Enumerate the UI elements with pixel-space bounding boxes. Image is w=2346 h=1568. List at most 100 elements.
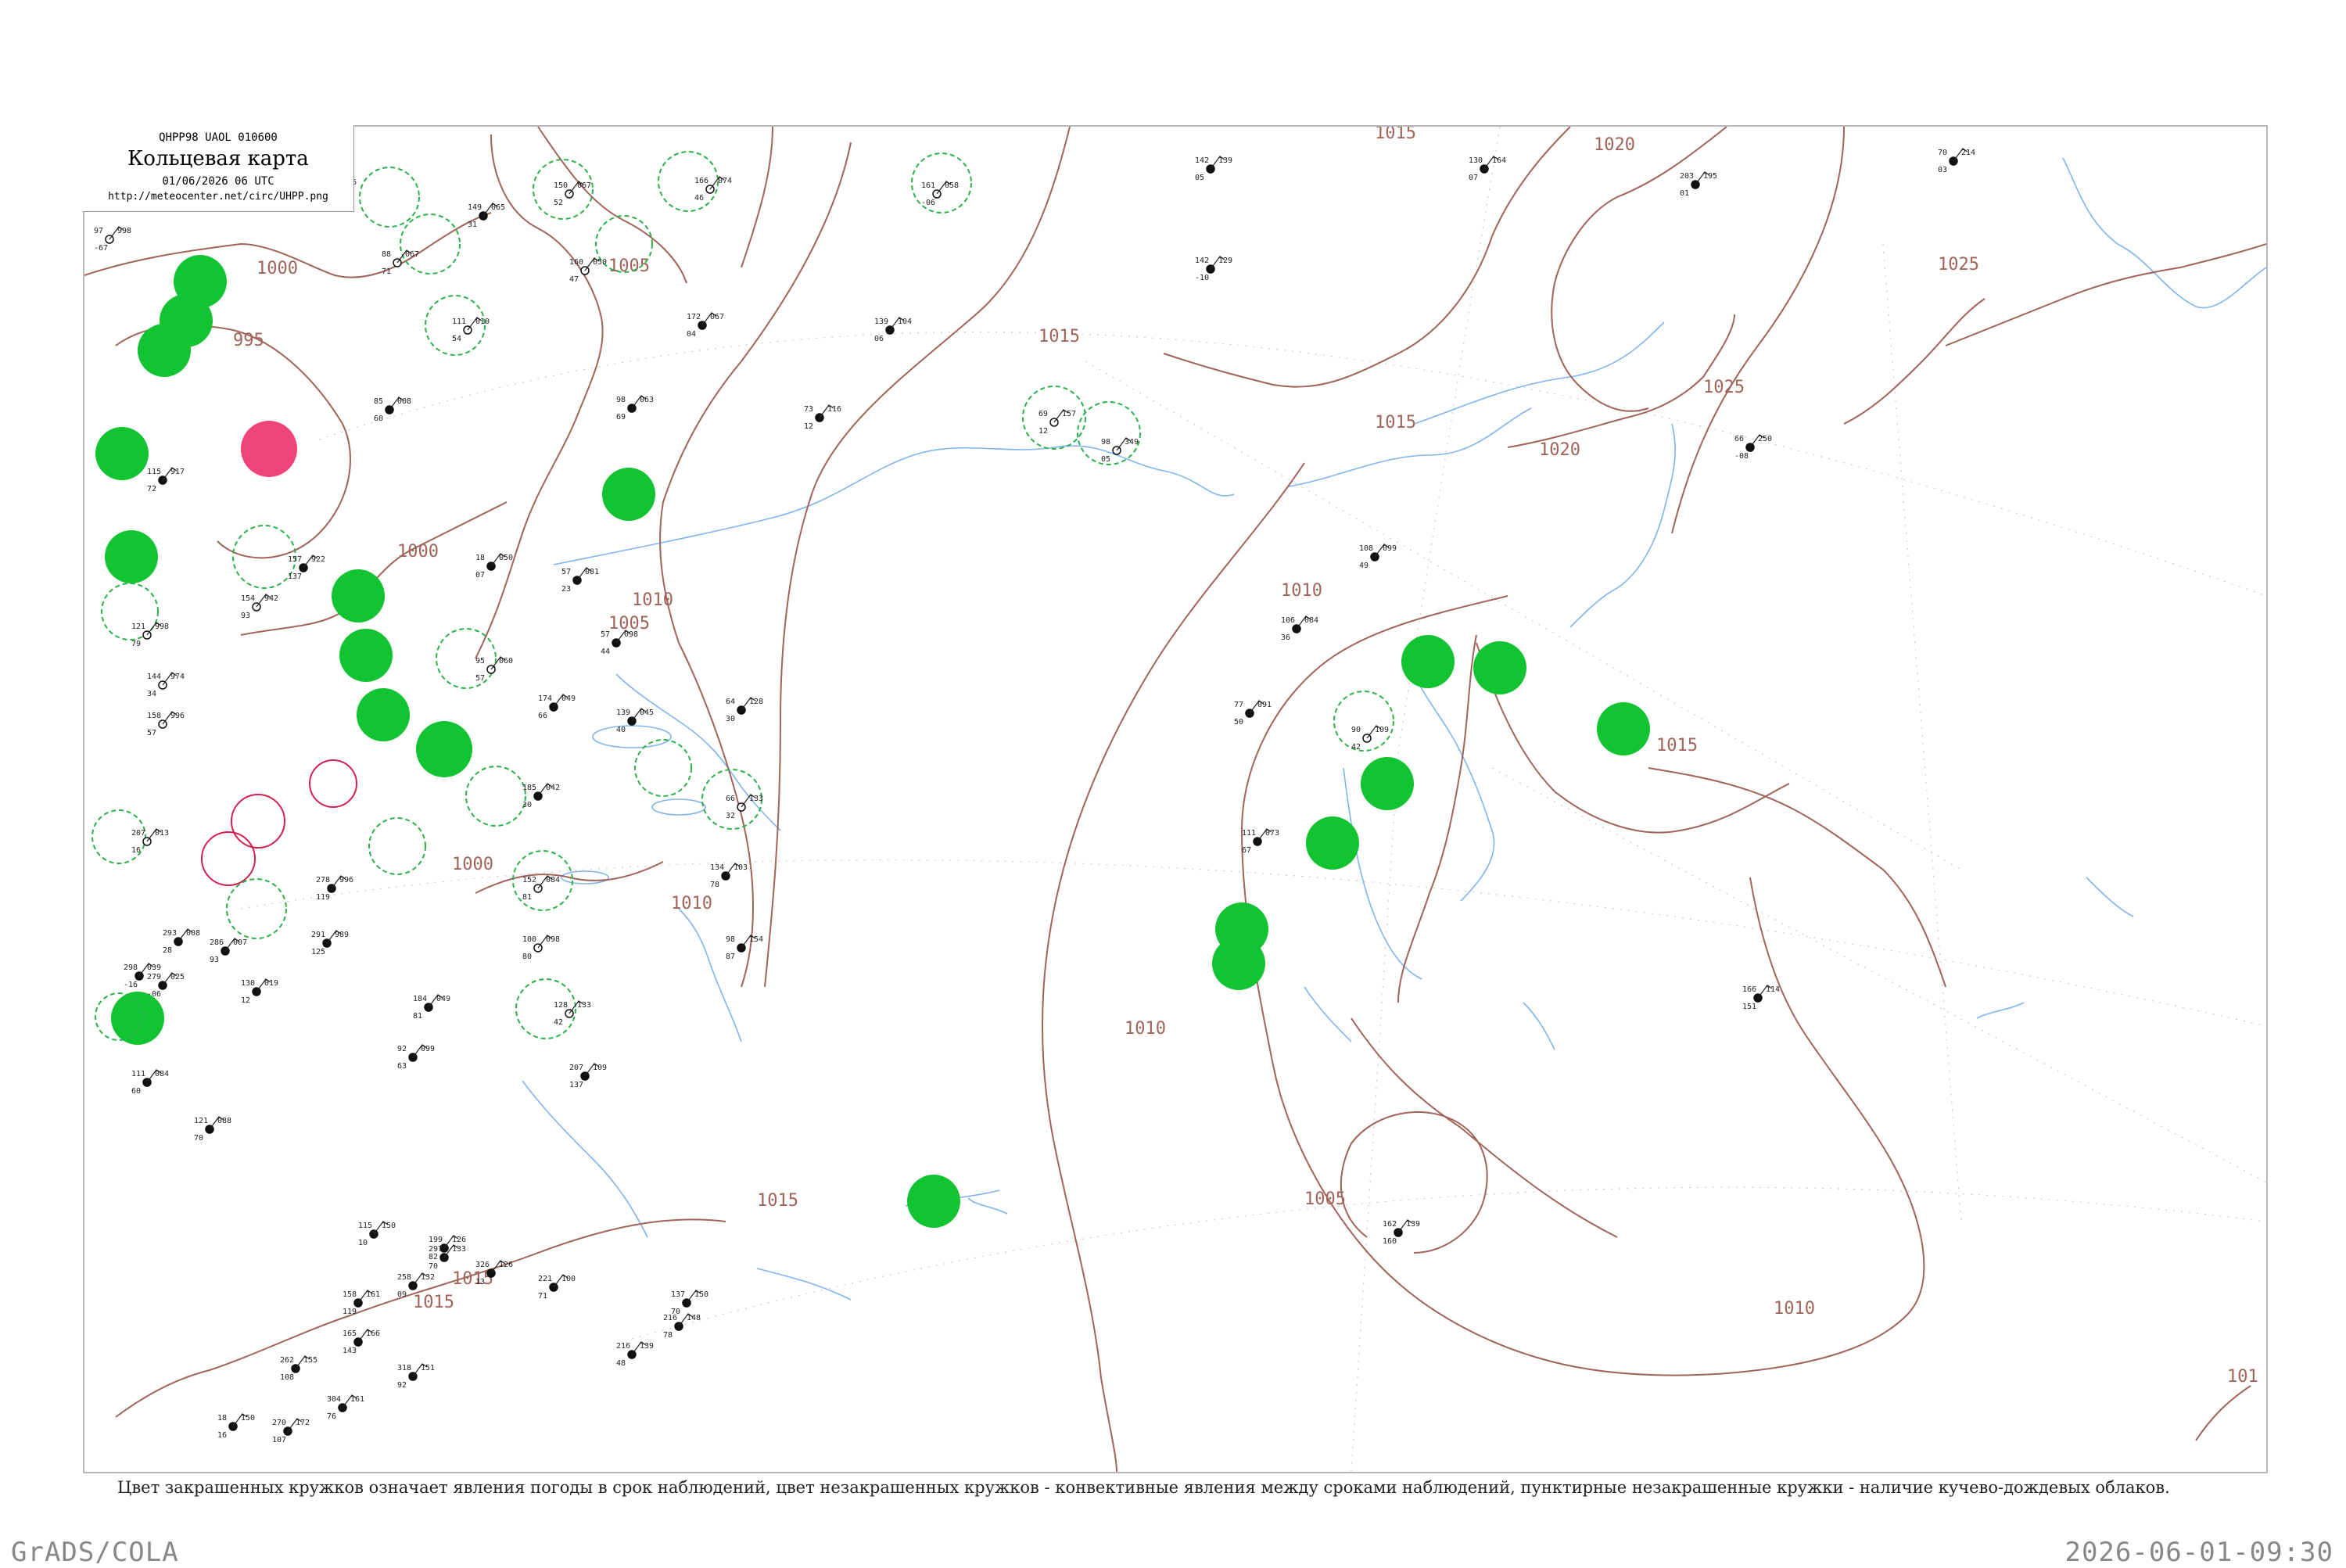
station-plot[interactable]: 98 063 69 [616, 395, 654, 422]
station-plot[interactable]: 279 025 -06 [147, 972, 185, 999]
station-plot[interactable]: 111 010 54 [452, 317, 490, 343]
station-plot[interactable]: 64 128 30 [726, 697, 763, 723]
station-plot[interactable]: 98 349 05 [1101, 437, 1139, 464]
dewpoint-value: 06 [874, 335, 884, 343]
station-plot[interactable]: 160 050 47 [569, 257, 607, 284]
weather-marker[interactable] [1306, 816, 1359, 870]
weather-marker[interactable] [1473, 641, 1526, 694]
weather-marker[interactable] [105, 530, 158, 583]
weather-marker[interactable] [907, 1175, 960, 1228]
weather-marker[interactable] [339, 629, 393, 682]
station-plot[interactable]: 207 013 16 [131, 828, 169, 855]
temperature-value: 278 [316, 876, 330, 884]
station-plot[interactable]: 92 099 63 [397, 1044, 435, 1071]
station-plot[interactable]: 174 049 66 [538, 694, 576, 720]
weather-marker[interactable] [416, 721, 472, 777]
station-plot[interactable]: 130 019 12 [241, 978, 278, 1005]
dewpoint-value: 119 [343, 1308, 357, 1316]
station-plot[interactable]: 158 161 119 [343, 1290, 380, 1316]
station-plot[interactable]: 18 050 07 [475, 553, 513, 579]
station-plot[interactable]: 139 104 06 [874, 317, 912, 343]
station-plot[interactable]: 115 150 10 [358, 1221, 396, 1247]
station-plot[interactable]: 115 917 72 [147, 467, 185, 493]
station-plot[interactable]: 128 133 42 [554, 1000, 591, 1027]
station-plot[interactable]: 216 139 48 [616, 1341, 654, 1368]
station-plot[interactable]: 111 073 67 [1242, 828, 1279, 855]
weather-markers [95, 255, 1650, 1228]
pressure-value: 172 [296, 1419, 310, 1427]
station-plot[interactable]: 69 157 12 [1038, 409, 1076, 436]
station-plot[interactable]: 98 154 87 [726, 935, 763, 961]
dewpoint-value: 57 [147, 729, 156, 737]
weather-marker[interactable] [309, 759, 357, 808]
station-plot[interactable]: 95 060 57 [475, 656, 513, 683]
station-plot[interactable]: 57 098 44 [601, 630, 638, 656]
station-plot[interactable]: 293 008 28 [163, 928, 200, 955]
station-plot[interactable]: 291 989 125 [311, 930, 349, 956]
station-plot[interactable]: 139 045 40 [616, 708, 654, 734]
station-plot[interactable]: 137 15070 [671, 1290, 708, 1316]
station-plot[interactable]: 185 042 30 [522, 783, 560, 809]
weather-marker[interactable] [95, 427, 149, 480]
station-plot[interactable]: 88 067 71 [382, 249, 419, 276]
station-plot[interactable]: 130 164 07 [1469, 156, 1506, 182]
station-plot[interactable]: 90 109 42 [1351, 725, 1389, 752]
dewpoint-value: 34 [147, 690, 156, 698]
station-plot[interactable]: 318 151 92 [397, 1363, 435, 1390]
station-plot[interactable]: 106 084 36 [1281, 615, 1318, 642]
weather-marker[interactable] [357, 688, 410, 741]
station-plot[interactable]: 70 214 03 [1938, 148, 1975, 174]
weather-marker[interactable] [1212, 937, 1265, 990]
station-plot[interactable]: 184 049 81 [413, 994, 450, 1021]
station-plot[interactable]: 77 091 50 [1234, 700, 1272, 727]
station-plot[interactable]: 270 172 107 [272, 1418, 310, 1444]
station-plot[interactable]: 18 150 16 [217, 1413, 255, 1440]
station-plot[interactable]: 152 084 81 [522, 875, 560, 902]
station-plot[interactable]: 286 007 93 [210, 938, 247, 964]
station-plot[interactable]: 203 195 01 [1680, 171, 1717, 198]
station-plot[interactable]: 142 129 -10 [1195, 256, 1232, 282]
station-plot[interactable]: 144 974 34 [147, 672, 185, 698]
station-plot[interactable]: 100 098 80 [522, 935, 560, 961]
temperature-value: 286 [210, 938, 224, 947]
station-plot[interactable]: 304 161 76 [327, 1394, 364, 1421]
dewpoint-value: 119 [316, 893, 330, 902]
weather-marker[interactable] [1597, 702, 1650, 755]
station-plot[interactable]: 150 067 52 [554, 181, 591, 207]
pressure-value: 133 [452, 1245, 466, 1254]
station-plot[interactable]: 73 116 12 [804, 404, 841, 431]
station-plot[interactable]: 221 100 71 [538, 1274, 576, 1301]
station-plot[interactable]: 172 067 04 [687, 312, 724, 339]
weather-marker[interactable] [111, 992, 164, 1045]
station-plot[interactable]: 154 942 93 [241, 594, 278, 620]
station-plot[interactable]: 162 139 160 [1383, 1219, 1420, 1246]
station-plot[interactable]: 262 155 108 [280, 1355, 317, 1382]
source-url[interactable]: http://meteocenter.net/circ/UHPP.png [83, 191, 353, 203]
station-plot[interactable]: 149 065 31 [468, 203, 505, 229]
station-plot[interactable]: 165 166 143 [343, 1329, 380, 1355]
station-plot[interactable]: 111 084 60 [131, 1069, 169, 1096]
station-plot[interactable]: 85 008 60 [374, 396, 411, 423]
station-plot[interactable]: 142 139 05 [1195, 156, 1232, 182]
station-plot[interactable]: 278 996 119 [316, 875, 353, 902]
station-plot[interactable]: 57 081 23 [561, 567, 599, 594]
weather-marker[interactable] [602, 468, 655, 521]
weather-marker[interactable] [1401, 635, 1455, 688]
station-plot[interactable]: 97 998 -67 [94, 226, 131, 253]
station-plot[interactable]: 207 109 137 [569, 1063, 607, 1089]
weather-marker[interactable] [332, 569, 385, 623]
station-plot[interactable]: 166 114 151 [1742, 985, 1780, 1011]
station-plot[interactable]: 121 088 70 [194, 1116, 231, 1143]
station-plot[interactable]: 134 103 78 [710, 863, 748, 889]
station-plot[interactable]: 161 058 -06 [921, 181, 959, 207]
weather-marker[interactable] [201, 831, 256, 886]
weather-marker[interactable] [241, 421, 297, 477]
station-plot[interactable]: 158 996 57 [147, 711, 185, 737]
pressure-value: 050 [593, 258, 607, 267]
weather-marker[interactable] [138, 324, 191, 377]
weather-marker[interactable] [231, 794, 285, 849]
station-plot[interactable]: 121 998 79 [131, 622, 169, 648]
station-plot[interactable]: 216 148 78 [663, 1313, 701, 1340]
weather-marker[interactable] [1361, 757, 1414, 810]
station-plot[interactable]: 108 099 49 [1359, 544, 1397, 570]
